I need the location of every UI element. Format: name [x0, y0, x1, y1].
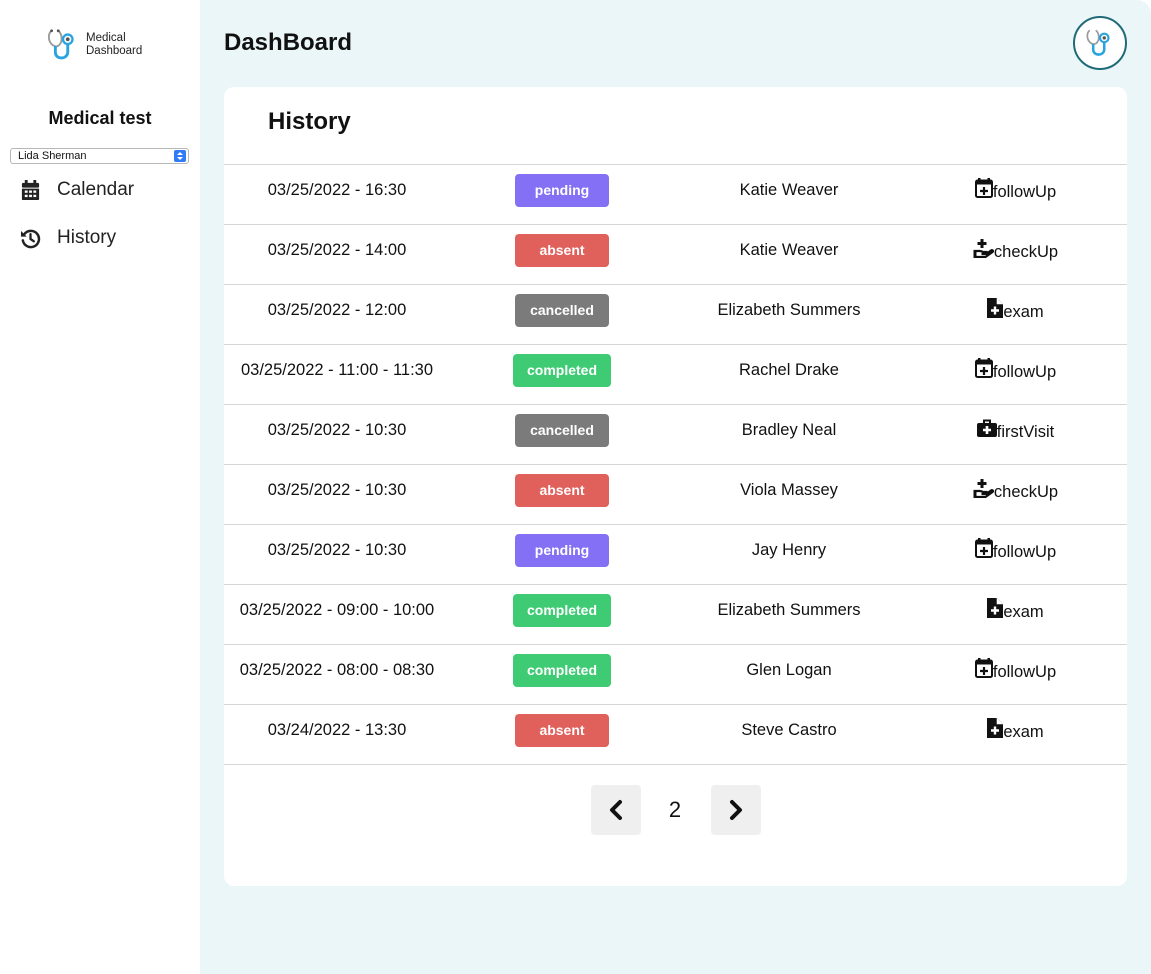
- appointment-type: followUp: [914, 658, 1117, 688]
- patient-name: Katie Weaver: [739, 181, 839, 199]
- pagination: 2: [224, 784, 1127, 836]
- appointment-type: exam: [914, 598, 1117, 628]
- status-badge: cancelled: [515, 414, 609, 447]
- table-row[interactable]: 03/25/2022 - 10:30 cancelled Bradley Neal f…: [224, 405, 1127, 465]
- chevron-left-icon: [610, 800, 622, 820]
- appointment-datetime: 03/25/2022 - 11:00 - 11:30: [240, 361, 434, 379]
- appointment-datetime: 03/25/2022 - 08:00 - 08:30: [239, 661, 435, 679]
- history-title: History: [268, 108, 351, 135]
- stethoscope-icon: [47, 29, 74, 60]
- logo-text: Medical Dashboard: [86, 32, 142, 58]
- stethoscope-icon: [1086, 29, 1110, 56]
- patient-name: Bradley Neal: [741, 421, 837, 439]
- table-row[interactable]: 03/24/2022 - 13:30 absent Steve Castro exam: [224, 705, 1127, 765]
- table-row[interactable]: 03/25/2022 - 12:00 cancelled Elizabeth Sum…: [224, 285, 1127, 345]
- avatar[interactable]: [1073, 16, 1127, 70]
- appointment-type-label: followUp: [992, 183, 1057, 201]
- appointment-type: followUp: [914, 178, 1117, 208]
- appointment-type: checkUp: [914, 238, 1117, 268]
- patient-select-value: Lida Sherman: [18, 150, 87, 162]
- appointment-type: followUp: [914, 358, 1117, 388]
- status-badge: completed: [513, 594, 611, 627]
- appointment-type-label: exam: [1003, 603, 1044, 621]
- hand-holding-medical-icon: [973, 238, 994, 263]
- app-logo[interactable]: Medical Dashboard: [44, 26, 142, 64]
- appointment-type-label: followUp: [992, 543, 1057, 561]
- history-icon: [20, 229, 41, 248]
- status-badge: cancelled: [515, 294, 609, 327]
- sidebar-item-history[interactable]: History: [20, 227, 116, 249]
- table-row[interactable]: 03/25/2022 - 11:00 - 11:30 completed Rache…: [224, 345, 1127, 405]
- calendar-plus-icon: [974, 358, 993, 383]
- appointment-type-label: exam: [1003, 303, 1044, 321]
- main-area: DashBoard History 03/25/2022 - 16:30 pend…: [200, 0, 1151, 974]
- table-row[interactable]: 03/25/2022 - 10:30 absent Viola Massey chec…: [224, 465, 1127, 525]
- calendar-icon: [21, 179, 40, 200]
- appointment-datetime: 03/25/2022 - 16:30: [267, 181, 407, 199]
- patient-name: Rachel Drake: [739, 361, 839, 379]
- patient-name: Katie Weaver: [739, 241, 839, 259]
- appointment-type: checkUp: [914, 478, 1117, 508]
- status-badge: completed: [513, 354, 611, 387]
- next-page-button[interactable]: [711, 785, 761, 835]
- logo-line-2: Dashboard: [86, 45, 143, 57]
- status-badge: absent: [515, 714, 609, 747]
- appointment-type-label: exam: [1003, 723, 1044, 741]
- current-page: 2: [668, 797, 682, 822]
- table-row[interactable]: 03/25/2022 - 08:00 - 08:30 completed Glen …: [224, 645, 1127, 705]
- appointment-type-label: checkUp: [993, 243, 1059, 261]
- sidebar: Medical Dashboard Medical test Lida Sher…: [0, 0, 200, 974]
- file-medical-icon: [987, 298, 1004, 323]
- chevron-right-icon: [730, 800, 742, 820]
- appointment-datetime: 03/24/2022 - 13:30: [267, 721, 407, 739]
- status-badge: absent: [515, 474, 609, 507]
- patient-select[interactable]: Lida Sherman: [10, 148, 189, 164]
- sidebar-item-label: History: [57, 227, 117, 248]
- app-title: Medical test: [48, 108, 152, 128]
- patient-name: Viola Massey: [740, 481, 838, 499]
- appointment-type-label: followUp: [992, 363, 1057, 381]
- prev-page-button[interactable]: [591, 785, 641, 835]
- calendar-plus-icon: [974, 538, 993, 563]
- appointment-datetime: 03/25/2022 - 10:30: [267, 481, 407, 499]
- patient-name: Elizabeth Summers: [717, 601, 861, 619]
- appointment-datetime: 03/25/2022 - 12:00: [267, 301, 407, 319]
- hand-holding-medical-icon: [973, 478, 994, 503]
- file-medical-icon: [987, 718, 1004, 743]
- logo-line-1: Medical: [86, 32, 126, 44]
- appointment-type-label: checkUp: [993, 483, 1059, 501]
- table-row[interactable]: 03/25/2022 - 10:30 pending Jay Henry follow…: [224, 525, 1127, 585]
- patient-name: Elizabeth Summers: [717, 301, 861, 319]
- history-list: 03/25/2022 - 16:30 pending Katie Weaver fol…: [224, 164, 1127, 765]
- appointment-datetime: 03/25/2022 - 10:30: [267, 541, 407, 559]
- table-row[interactable]: 03/25/2022 - 09:00 - 10:00 completed Eliza…: [224, 585, 1127, 645]
- patient-name: Glen Logan: [746, 661, 832, 679]
- calendar-plus-icon: [974, 178, 993, 203]
- select-arrows-icon: [174, 150, 186, 162]
- appointment-type-label: followUp: [992, 663, 1057, 681]
- status-badge: completed: [513, 654, 611, 687]
- page-title: DashBoard: [224, 29, 353, 56]
- appointment-datetime: 03/25/2022 - 14:00: [267, 241, 407, 259]
- sidebar-item-label: Calendar: [57, 179, 135, 200]
- appointment-datetime: 03/25/2022 - 09:00 - 10:00: [239, 601, 435, 619]
- status-badge: absent: [515, 234, 609, 267]
- appointment-type-label: firstVisit: [996, 423, 1055, 441]
- table-row[interactable]: 03/25/2022 - 14:00 absent Katie Weaver chec…: [224, 225, 1127, 285]
- calendar-plus-icon: [974, 658, 993, 683]
- table-row[interactable]: 03/25/2022 - 16:30 pending Katie Weaver fol…: [224, 165, 1127, 225]
- patient-name: Steve Castro: [741, 721, 837, 739]
- medkit-icon: [976, 418, 997, 443]
- patient-name: Jay Henry: [751, 541, 827, 559]
- history-card: History 03/25/2022 - 16:30 pending Katie W…: [224, 87, 1127, 886]
- appointment-datetime: 03/25/2022 - 10:30: [267, 421, 407, 439]
- status-badge: pending: [515, 174, 609, 207]
- appointment-type: followUp: [914, 538, 1117, 568]
- appointment-type: exam: [914, 718, 1117, 748]
- status-badge: pending: [515, 534, 609, 567]
- sidebar-item-calendar[interactable]: Calendar: [20, 179, 134, 201]
- appointment-type: exam: [914, 298, 1117, 328]
- file-medical-icon: [987, 598, 1004, 623]
- appointment-type: firstVisit: [914, 418, 1117, 448]
